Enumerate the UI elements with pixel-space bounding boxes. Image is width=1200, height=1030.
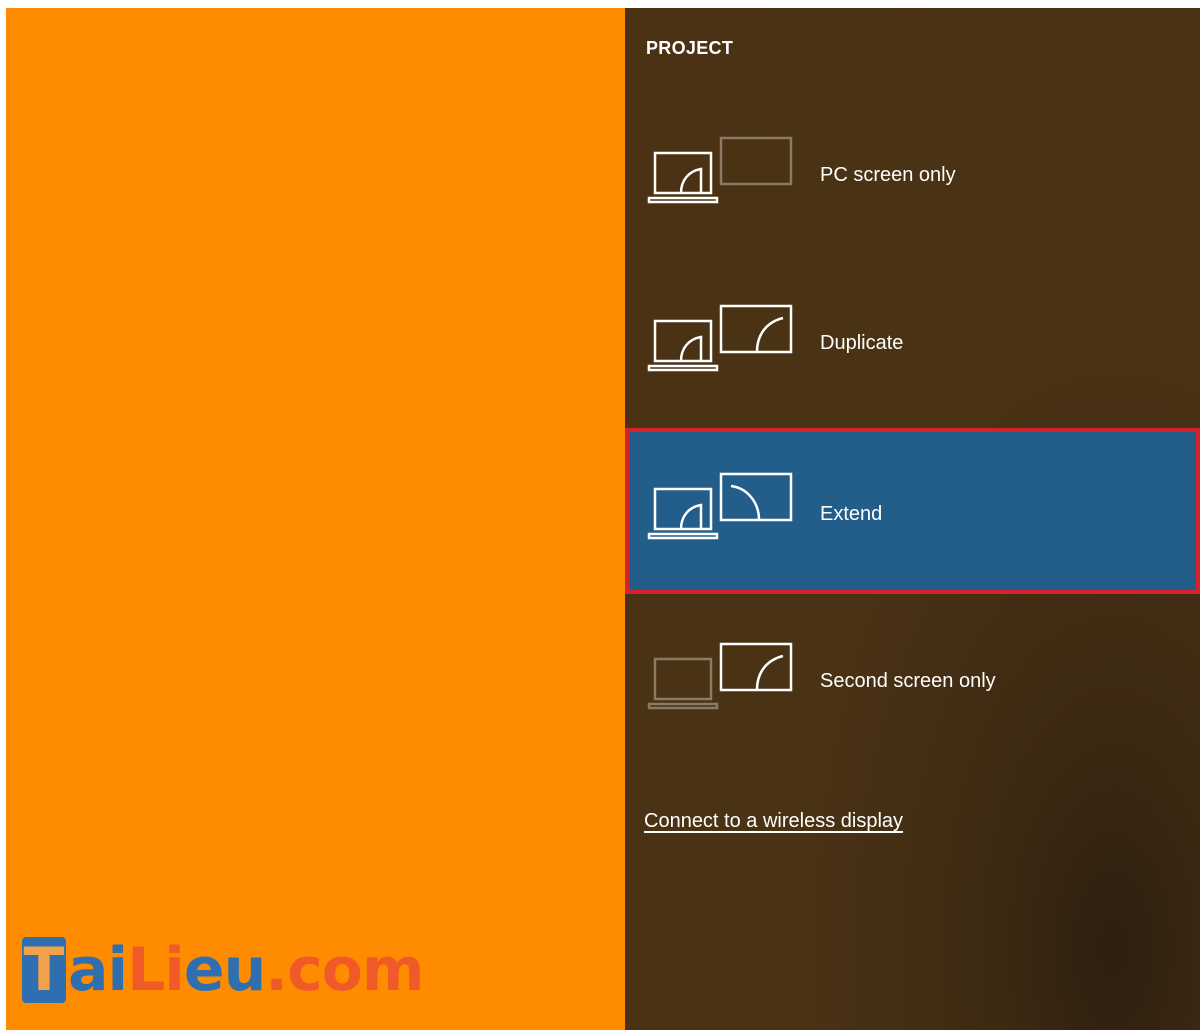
option-pc-screen-only[interactable]: PC screen only: [625, 100, 1200, 260]
panel-title: PROJECT: [646, 38, 734, 58]
tailieu-watermark-logo: T ai Li eu .com: [22, 930, 424, 1010]
option-label: Second screen only: [820, 670, 996, 692]
option-second-screen-only[interactable]: Second screen only: [625, 606, 1200, 766]
option-label: Extend: [820, 503, 883, 525]
option-label: PC screen only: [820, 164, 956, 186]
watermark-text: .com: [265, 935, 424, 1005]
extend-icon: [647, 472, 793, 540]
watermark-box-letter: T: [23, 935, 65, 1005]
screenshot-frame: PROJECT PC screen only Duplicate Extend …: [0, 0, 1200, 1030]
option-duplicate[interactable]: Duplicate: [625, 268, 1200, 428]
watermark-text: eu: [183, 935, 266, 1005]
option-label: Duplicate: [820, 332, 904, 354]
watermark-text: ai: [68, 935, 128, 1005]
watermark-text: Li: [127, 935, 185, 1005]
project-panel: PROJECT PC screen only Duplicate Extend …: [625, 8, 1200, 1030]
second-screen-only-icon: [647, 642, 793, 710]
option-extend[interactable]: Extend: [625, 428, 1200, 594]
connect-wireless-display-link[interactable]: Connect to a wireless display: [644, 810, 903, 833]
duplicate-icon: [647, 304, 793, 372]
watermark-logo-box: T: [22, 935, 66, 1005]
desktop-background: [6, 8, 625, 1030]
pc-screen-only-icon: [647, 136, 793, 204]
